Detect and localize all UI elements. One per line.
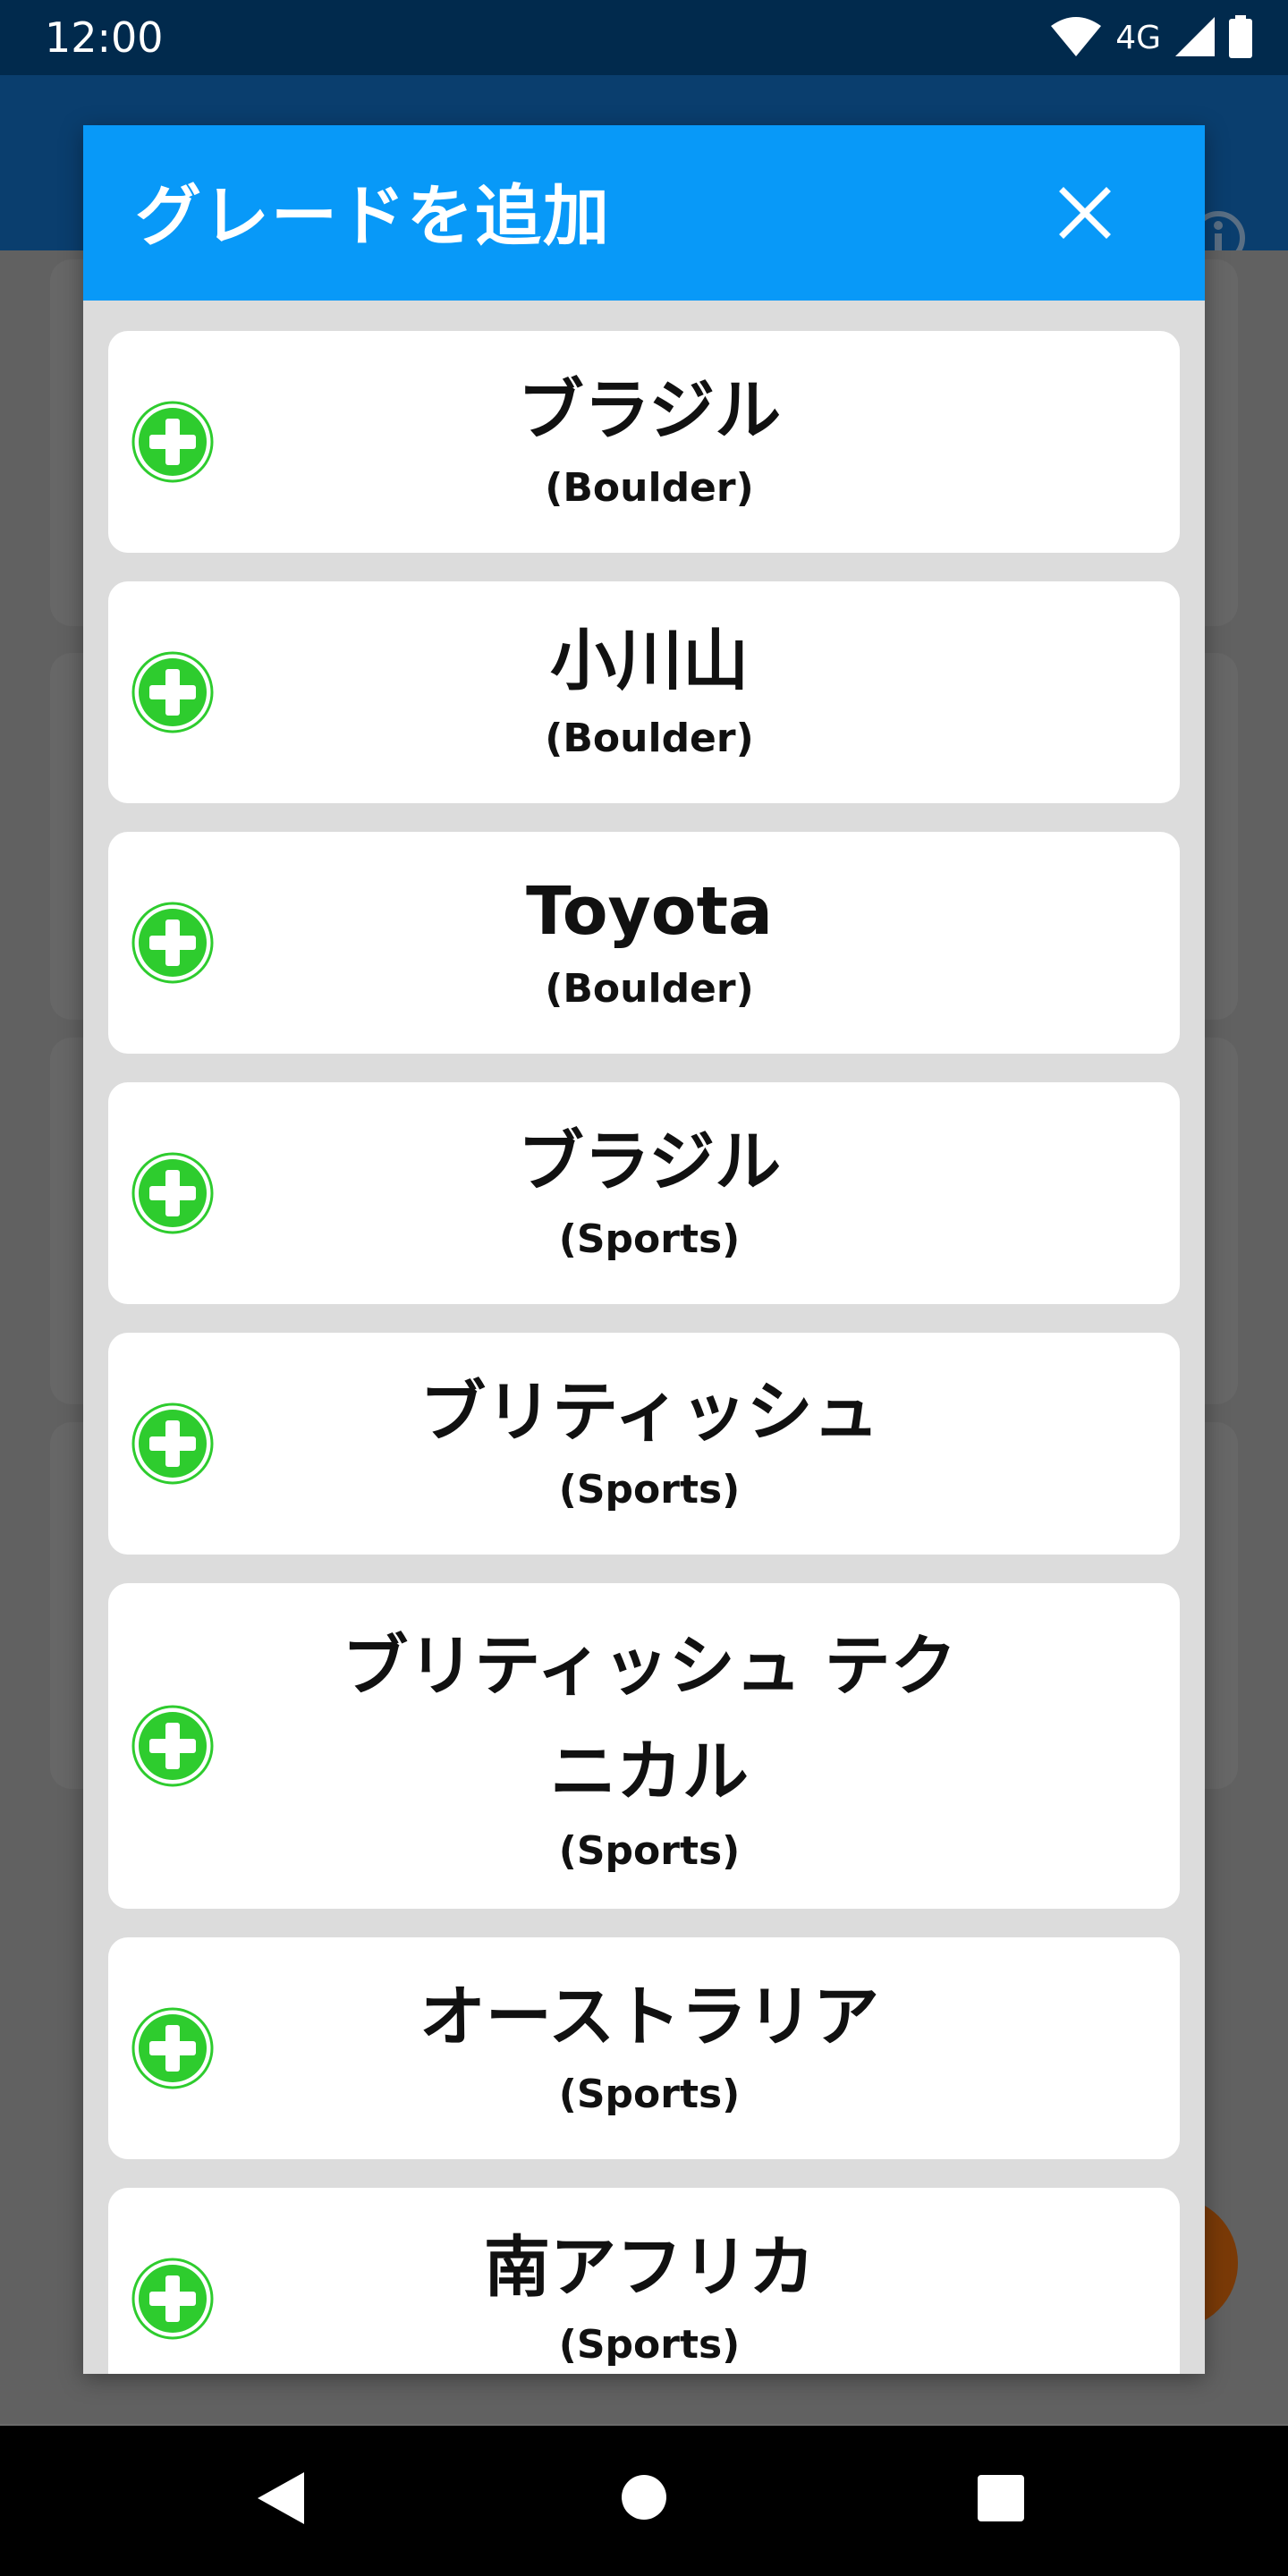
grade-type: (Sports) (558, 2072, 741, 2117)
close-button[interactable] (1049, 177, 1121, 249)
recents-icon[interactable] (977, 2474, 1025, 2526)
plus-circle-icon[interactable] (131, 651, 214, 733)
grade-text: ブラジル (Sports) (225, 1111, 1074, 1267)
plus-circle-icon[interactable] (131, 1705, 214, 1787)
grade-text: Toyota (Boulder) (225, 860, 1074, 1016)
grade-text: ブリティッシュ (Sports) (225, 1361, 1074, 1517)
grade-item[interactable]: 小川山 (Boulder) (108, 581, 1180, 803)
grade-name: Toyota (526, 873, 773, 950)
plus-circle-icon[interactable] (131, 902, 214, 984)
grade-name: オーストラリア (419, 1979, 880, 2055)
grade-item[interactable]: Toyota (Boulder) (108, 832, 1180, 1054)
grade-name: ブリティッシュ (419, 1374, 879, 1451)
dialog-title: グレードを追加 (135, 178, 611, 255)
grade-name: ブリティッシュ テク ニカル (342, 1628, 957, 1810)
grade-type: (Sports) (558, 2322, 741, 2368)
status-bar: 12:00 4G (0, 0, 1288, 75)
grade-name: ブラジル (517, 1123, 782, 1200)
grade-type: (Boulder) (545, 966, 754, 1012)
grade-text: 小川山 (Boulder) (225, 610, 1074, 766)
close-icon (1059, 187, 1111, 239)
battery-icon (1229, 15, 1252, 62)
grade-item[interactable]: ブリティッシュ テク ニカル (Sports) (108, 1583, 1180, 1909)
grade-text: ブリティッシュ テク ニカル (Sports) (225, 1614, 1074, 1878)
signal-icon (1175, 17, 1215, 60)
grade-type: (Sports) (558, 1216, 741, 1262)
plus-circle-icon[interactable] (131, 2258, 214, 2340)
plus-circle-icon[interactable] (131, 2007, 214, 2089)
grade-type: (Sports) (558, 1467, 741, 1513)
grade-name: ブラジル (517, 372, 782, 449)
plus-circle-icon[interactable] (131, 401, 214, 483)
network-type-label: 4G (1115, 20, 1161, 56)
grade-list: ブラジル (Boulder) 小川山 (Boulder) Toyota (Bou… (108, 331, 1180, 2374)
plus-circle-icon[interactable] (131, 1402, 214, 1485)
grade-item[interactable]: 南アフリカ (Sports) (108, 2188, 1180, 2374)
plus-circle-icon[interactable] (131, 1152, 214, 1234)
grade-item[interactable]: ブリティッシュ (Sports) (108, 1333, 1180, 1555)
grade-name: 南アフリカ (484, 2229, 815, 2306)
home-icon[interactable] (621, 2474, 667, 2524)
grade-item[interactable]: オーストラリア (Sports) (108, 1937, 1180, 2159)
wifi-icon (1051, 17, 1102, 60)
grade-type: (Boulder) (545, 465, 754, 511)
navigation-bar (0, 2426, 1288, 2576)
grade-name: 小川山 (550, 623, 749, 699)
grade-item[interactable]: ブラジル (Boulder) (108, 331, 1180, 553)
grade-text: オーストラリア (Sports) (225, 1966, 1074, 2122)
grade-text: 南アフリカ (Sports) (225, 2216, 1074, 2372)
grade-item[interactable]: ブラジル (Sports) (108, 1082, 1180, 1304)
screen: 12:00 4G グレードを追加 ブラジル (Boulder) 小川山 (Bou… (0, 0, 1288, 2576)
grade-text: ブラジル (Boulder) (225, 360, 1074, 515)
add-grade-dialog: グレードを追加 ブラジル (Boulder) 小川山 (Boulder) Toy… (83, 125, 1205, 2374)
grade-type: (Boulder) (545, 716, 754, 761)
grade-type: (Sports) (558, 1828, 741, 1874)
dialog-header: グレードを追加 (83, 125, 1205, 301)
status-icons: 4G (1051, 15, 1252, 62)
status-time: 12:00 (45, 13, 164, 62)
back-icon[interactable] (254, 2469, 308, 2531)
